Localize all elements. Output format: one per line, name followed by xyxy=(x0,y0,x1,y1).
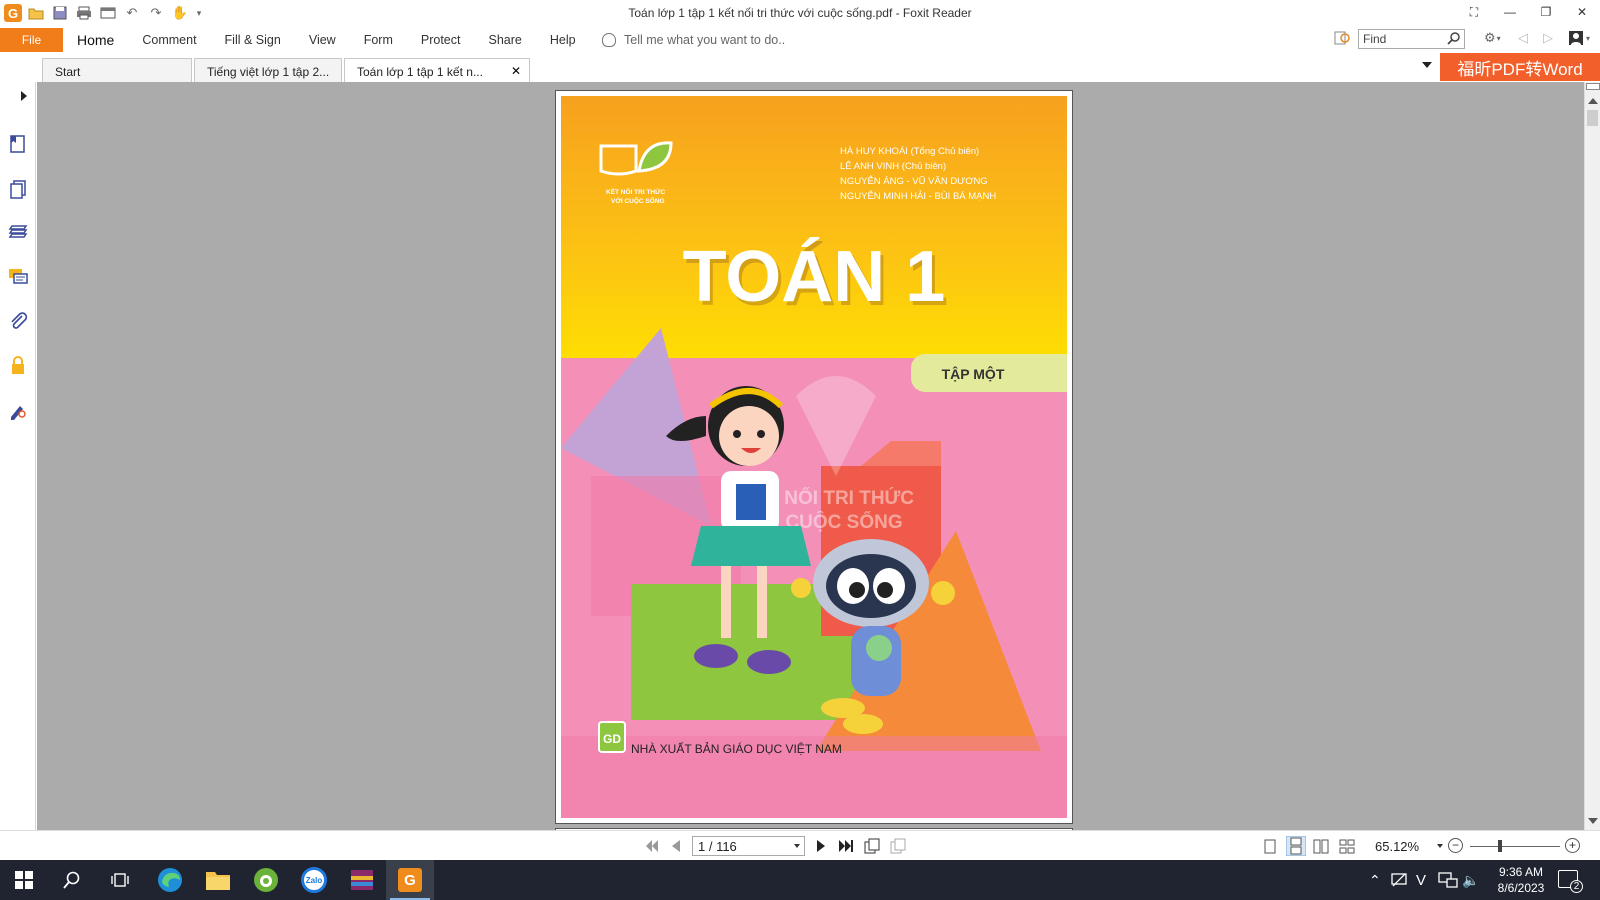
zoom-slider-thumb[interactable] xyxy=(1498,840,1502,852)
volume-label: TẬP MỘT xyxy=(942,365,1005,382)
page-number-input[interactable]: 1 / 116 xyxy=(692,836,805,856)
restore-button[interactable]: ❐ xyxy=(1528,0,1564,24)
previous-page-icon[interactable] xyxy=(672,840,680,852)
single-page-icon[interactable] xyxy=(1262,839,1278,854)
search-taskbar-icon[interactable] xyxy=(48,860,96,900)
layers-icon[interactable] xyxy=(8,223,28,243)
coccoc-browser-icon[interactable] xyxy=(242,860,290,900)
zoom-dropdown-icon[interactable] xyxy=(1437,844,1443,848)
author-line-2: LÊ ANH VINH (Chủ biên) xyxy=(840,161,946,172)
continuous-page-icon[interactable] xyxy=(1286,836,1306,856)
author-line-1: HÀ HUY KHOÁI (Tổng Chủ biên) xyxy=(840,146,979,157)
document-tab-bar: Start Tiếng việt lớp 1 tập 2... Toán lớp… xyxy=(0,54,1600,82)
split-view-handle[interactable] xyxy=(1586,83,1600,90)
vertical-scrollbar[interactable] xyxy=(1584,82,1600,830)
navigation-panel xyxy=(0,82,36,830)
close-button[interactable]: ✕ xyxy=(1564,0,1600,24)
bookmark-icon[interactable] xyxy=(8,134,28,154)
file-menu-button[interactable]: File xyxy=(0,28,63,52)
forward-arrow-icon[interactable]: ▷ xyxy=(1543,30,1553,46)
signature-icon[interactable] xyxy=(8,400,28,420)
scroll-thumb[interactable] xyxy=(1587,110,1598,126)
file-explorer-icon[interactable] xyxy=(194,860,242,900)
tab-comment[interactable]: Comment xyxy=(128,33,210,47)
windows-taskbar: Zalo G ⌃ V 🔈 9:36 AM 8/6/2023 2 xyxy=(0,860,1600,900)
window-title: Toán lớp 1 tập 1 kết nối tri thức với cu… xyxy=(628,6,972,20)
find-input[interactable]: Find xyxy=(1358,29,1465,49)
pages-icon[interactable] xyxy=(8,179,28,199)
clock-date: 8/6/2023 xyxy=(1497,881,1545,895)
tab-fill-sign[interactable]: Fill & Sign xyxy=(211,33,295,47)
tab-list-dropdown-icon[interactable] xyxy=(1422,62,1432,68)
tab-form[interactable]: Form xyxy=(350,33,407,47)
notification-center-icon[interactable]: 2 xyxy=(1558,870,1583,893)
previous-view-icon[interactable] xyxy=(864,838,880,854)
facing-pages-icon[interactable] xyxy=(1313,839,1329,854)
tab-help[interactable]: Help xyxy=(536,33,590,47)
zoom-level[interactable]: 65.12% xyxy=(1375,839,1419,854)
status-bar: 1 / 116 65.12% − + xyxy=(0,830,1600,860)
full-screen-icon[interactable]: ⛶ xyxy=(1456,0,1492,24)
ribbon-tabs: File Home Comment Fill & Sign View Form … xyxy=(0,26,1600,54)
first-page-icon[interactable] xyxy=(645,840,659,852)
next-page-icon[interactable] xyxy=(817,840,825,852)
pdf-to-word-banner[interactable]: 福昕PDF转Word xyxy=(1440,53,1600,81)
search-icon[interactable] xyxy=(1447,31,1461,45)
volume-icon[interactable]: 🔈 xyxy=(1462,872,1479,889)
tab-home[interactable]: Home xyxy=(63,32,128,48)
foxit-reader-taskbar-icon[interactable]: G xyxy=(386,860,434,900)
tell-me-placeholder: Tell me what you want to do.. xyxy=(624,33,786,47)
network-icon[interactable] xyxy=(1438,871,1458,889)
publisher-logo: GD xyxy=(603,732,621,746)
windows-start-icon[interactable] xyxy=(0,860,48,900)
remote-display-icon[interactable] xyxy=(1390,871,1408,889)
page-dropdown-icon[interactable] xyxy=(794,844,800,848)
task-view-icon[interactable] xyxy=(96,860,144,900)
scroll-down-arrow-icon[interactable] xyxy=(1588,818,1598,824)
tab-share[interactable]: Share xyxy=(474,33,535,47)
zoom-out-button[interactable]: − xyxy=(1448,838,1463,853)
document-view[interactable]: KẾT NỐI TRI THỨC VỚI CUỘC SỐNG KẾT NỐI T… xyxy=(37,82,1584,830)
edge-browser-icon[interactable] xyxy=(146,860,194,900)
publisher-name: NHÀ XUẤT BẢN GIÁO DỤC VIỆT NAM xyxy=(631,741,842,756)
zalo-app-icon[interactable]: Zalo xyxy=(290,860,338,900)
book-cover: KẾT NỐI TRI THỨC VỚI CUỘC SỐNG KẾT NỐI T… xyxy=(561,96,1067,818)
author-line-3: NGUYỄN ÁNG - VŨ VĂN DƯƠNG xyxy=(840,175,988,187)
continuous-facing-icon[interactable] xyxy=(1339,839,1355,854)
pdf-page: KẾT NỐI TRI THỨC VỚI CUỘC SỐNG KẾT NỐI T… xyxy=(555,90,1073,824)
zoom-slider[interactable] xyxy=(1470,846,1560,847)
window-controls: ⛶ — ❐ ✕ xyxy=(1456,0,1600,24)
doc-tab-start[interactable]: Start xyxy=(42,58,192,82)
notification-count: 2 xyxy=(1570,880,1583,893)
scroll-up-arrow-icon[interactable] xyxy=(1588,98,1598,104)
title-bar: G ↶ ↷ ✋ ▾ Toán lớp 1 tập 1 kết nối tri t… xyxy=(0,0,1600,26)
tab-view[interactable]: View xyxy=(295,33,350,47)
system-clock[interactable]: 9:36 AM 8/6/2023 xyxy=(1483,864,1559,896)
back-arrow-icon[interactable]: ◁ xyxy=(1518,30,1528,46)
cover-title: TOÁN 1 xyxy=(683,237,946,317)
attachment-icon[interactable] xyxy=(8,311,28,331)
doc-tab-toan[interactable]: Toán lớp 1 tập 1 kết n... ✕ xyxy=(344,58,530,82)
close-tab-icon[interactable]: ✕ xyxy=(511,64,521,78)
user-account-icon[interactable]: ▾ xyxy=(1568,30,1590,46)
last-page-icon[interactable] xyxy=(839,840,853,852)
next-view-icon[interactable] xyxy=(890,838,906,854)
gear-icon[interactable]: ⚙ ▾ xyxy=(1484,30,1501,46)
minimize-button[interactable]: — xyxy=(1492,0,1528,24)
comments-icon[interactable] xyxy=(8,267,28,287)
doc-tab-tieng-viet[interactable]: Tiếng việt lớp 1 tập 2... xyxy=(194,58,342,82)
tell-me-box[interactable]: Tell me what you want to do.. xyxy=(602,33,785,47)
find-text-icon[interactable] xyxy=(1334,30,1352,46)
author-line-4: NGUYỄN MINH HẢI - BÙI BÁ MẠNH xyxy=(840,190,996,202)
tab-protect[interactable]: Protect xyxy=(407,33,475,47)
vietkey-icon[interactable]: V xyxy=(1416,872,1426,889)
zoom-in-button[interactable]: + xyxy=(1565,838,1580,853)
clock-time: 9:36 AM xyxy=(1498,865,1544,879)
lightbulb-icon xyxy=(602,33,616,47)
expand-panel-icon[interactable] xyxy=(21,91,27,101)
show-hidden-icons-icon[interactable]: ⌃ xyxy=(1369,872,1381,889)
lock-icon[interactable] xyxy=(8,355,28,375)
winrar-icon[interactable] xyxy=(338,860,386,900)
